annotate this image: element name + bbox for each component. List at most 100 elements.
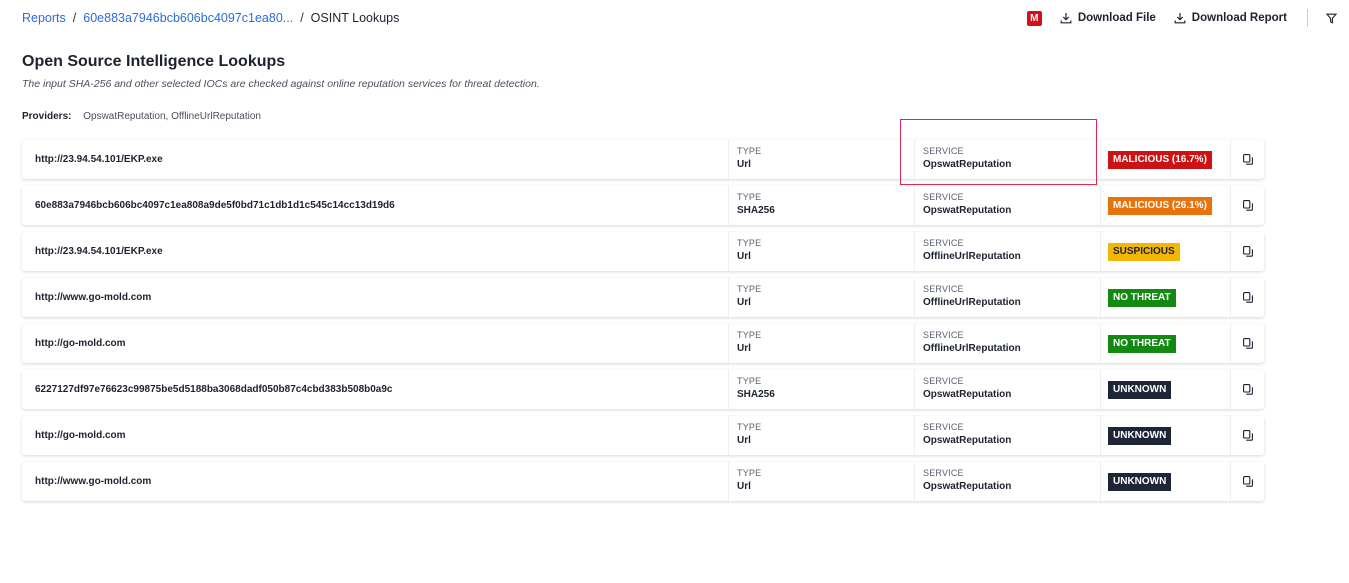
verdict-badge: NO THREAT [1108,288,1176,307]
service-cell: SERVICE OpswatReputation [914,186,1100,225]
ioc-value: http://go-mold.com [35,338,126,349]
type-cell: TYPE SHA256 [728,370,914,409]
lookup-row: http://23.94.54.101/EKP.exe TYPE Url SERVIC… [22,232,1264,271]
copy-icon [1242,200,1253,211]
copy-button[interactable] [1230,186,1264,225]
copy-button[interactable] [1230,416,1264,455]
lookup-row: http://www.go-mold.com TYPE Url SERVICE Offl… [22,278,1264,317]
lookup-row: 6227127df97e76623c99875be5d5188ba3068dad… [22,370,1264,409]
download-report-button[interactable]: Download Report [1174,12,1287,24]
filter-button[interactable] [1326,13,1337,24]
type-value: SHA256 [737,389,775,400]
lookup-row: http://go-mold.com TYPE Url SERVICE OpswatRe… [22,416,1264,455]
copy-icon [1242,154,1253,165]
type-value: SHA256 [737,205,775,216]
lookup-row: http://www.go-mold.com TYPE Url SERVICE Opsw… [22,462,1264,501]
copy-icon [1242,384,1253,395]
download-icon [1174,13,1186,24]
service-label: SERVICE [923,238,964,248]
verdict-badge: UNKNOWN [1108,380,1172,399]
type-cell: TYPE Url [728,324,914,363]
service-cell: SERVICE OpswatReputation [914,370,1100,409]
service-value: OpswatReputation [923,159,1012,170]
breadcrumb-separator: / [72,11,77,25]
breadcrumb-report-link[interactable]: 60e883a7946bcb606bc4097c1ea80... [83,11,293,25]
copy-icon [1242,246,1253,257]
service-label: SERVICE [923,146,964,156]
lookup-list: http://23.94.54.101/EKP.exe TYPE Url SERVIC… [22,140,1264,508]
service-cell: SERVICE OfflineUrlReputation [914,278,1100,317]
service-label: SERVICE [923,422,964,432]
copy-icon [1242,338,1253,349]
ioc-value: http://go-mold.com [35,430,126,441]
breadcrumb: Reports / 60e883a7946bcb606bc4097c1ea80.… [22,11,399,25]
type-cell: TYPE SHA256 [728,186,914,225]
type-label: TYPE [737,330,762,340]
download-icon [1060,13,1072,24]
page-description: The input SHA-256 and other selected IOC… [22,78,540,90]
download-file-label: Download File [1077,12,1156,24]
copy-button[interactable] [1230,140,1264,179]
breadcrumb-separator: / [300,11,304,25]
verdict-cell: MALICIOUS (16.7%) [1100,140,1230,179]
ioc-value: http://23.94.54.101/EKP.exe [35,154,163,165]
service-cell: SERVICE OfflineUrlReputation [914,324,1100,363]
m-badge-icon[interactable]: M [1026,10,1042,26]
providers-value: OpswatReputation, OfflineUrlReputation [83,111,261,122]
providers-line: Providers: OpswatReputation, OfflineUrlR… [22,111,261,122]
download-file-button[interactable]: Download File [1060,12,1156,24]
download-report-label: Download Report [1191,12,1287,24]
verdict-cell: MALICIOUS (26.1%) [1100,186,1230,225]
type-value: Url [737,435,751,446]
type-label: TYPE [737,422,762,432]
service-label: SERVICE [923,330,964,340]
copy-button[interactable] [1230,278,1264,317]
copy-button[interactable] [1230,370,1264,409]
service-value: OpswatReputation [923,435,1012,446]
copy-button[interactable] [1230,232,1264,271]
ioc-value: http://www.go-mold.com [35,476,152,487]
service-label: SERVICE [923,284,964,294]
ioc-value: 60e883a7946bcb606bc4097c1ea808a9de5f0bd7… [35,200,395,211]
header-actions: M Download File Download Report [1026,0,1337,36]
verdict-cell: UNKNOWN [1100,462,1230,501]
service-cell: SERVICE OpswatReputation [914,462,1100,501]
service-label: SERVICE [923,468,964,478]
lookup-row: 60e883a7946bcb606bc4097c1ea808a9de5f0bd7… [22,186,1264,225]
page-title: Open Source Intelligence Lookups [22,53,286,70]
verdict-cell: UNKNOWN [1100,370,1230,409]
copy-button[interactable] [1230,462,1264,501]
lookup-row: http://23.94.54.101/EKP.exe TYPE Url SERVIC… [22,140,1264,179]
type-value: Url [737,159,751,170]
verdict-badge: MALICIOUS (16.7%) [1108,150,1212,169]
type-label: TYPE [737,146,762,156]
verdict-cell: SUSPICIOUS [1100,232,1230,271]
copy-button[interactable] [1230,324,1264,363]
ioc-value: 6227127df97e76623c99875be5d5188ba3068dad… [35,384,393,395]
breadcrumb-reports-link[interactable]: Reports [22,11,66,25]
verdict-badge: UNKNOWN [1108,472,1172,491]
type-label: TYPE [737,238,762,248]
service-value: OpswatReputation [923,481,1012,492]
divider [1307,9,1308,27]
providers-label: Providers: [22,111,72,122]
verdict-badge: SUSPICIOUS [1108,242,1180,261]
service-cell: SERVICE OfflineUrlReputation [914,232,1100,271]
type-value: Url [737,297,751,308]
copy-icon [1242,476,1253,487]
type-label: TYPE [737,192,762,202]
verdict-cell: NO THREAT [1100,278,1230,317]
service-label: SERVICE [923,192,964,202]
lookup-row: http://go-mold.com TYPE Url SERVICE OfflineU… [22,324,1264,363]
verdict-badge: MALICIOUS (26.1%) [1108,196,1212,215]
service-cell: SERVICE OpswatReputation [914,416,1100,455]
type-value: Url [737,343,751,354]
filter-icon [1326,13,1337,24]
type-cell: TYPE Url [728,416,914,455]
type-cell: TYPE Url [728,462,914,501]
type-cell: TYPE Url [728,140,914,179]
service-value: OpswatReputation [923,205,1012,216]
type-label: TYPE [737,376,762,386]
copy-icon [1242,292,1253,303]
type-cell: TYPE Url [728,232,914,271]
